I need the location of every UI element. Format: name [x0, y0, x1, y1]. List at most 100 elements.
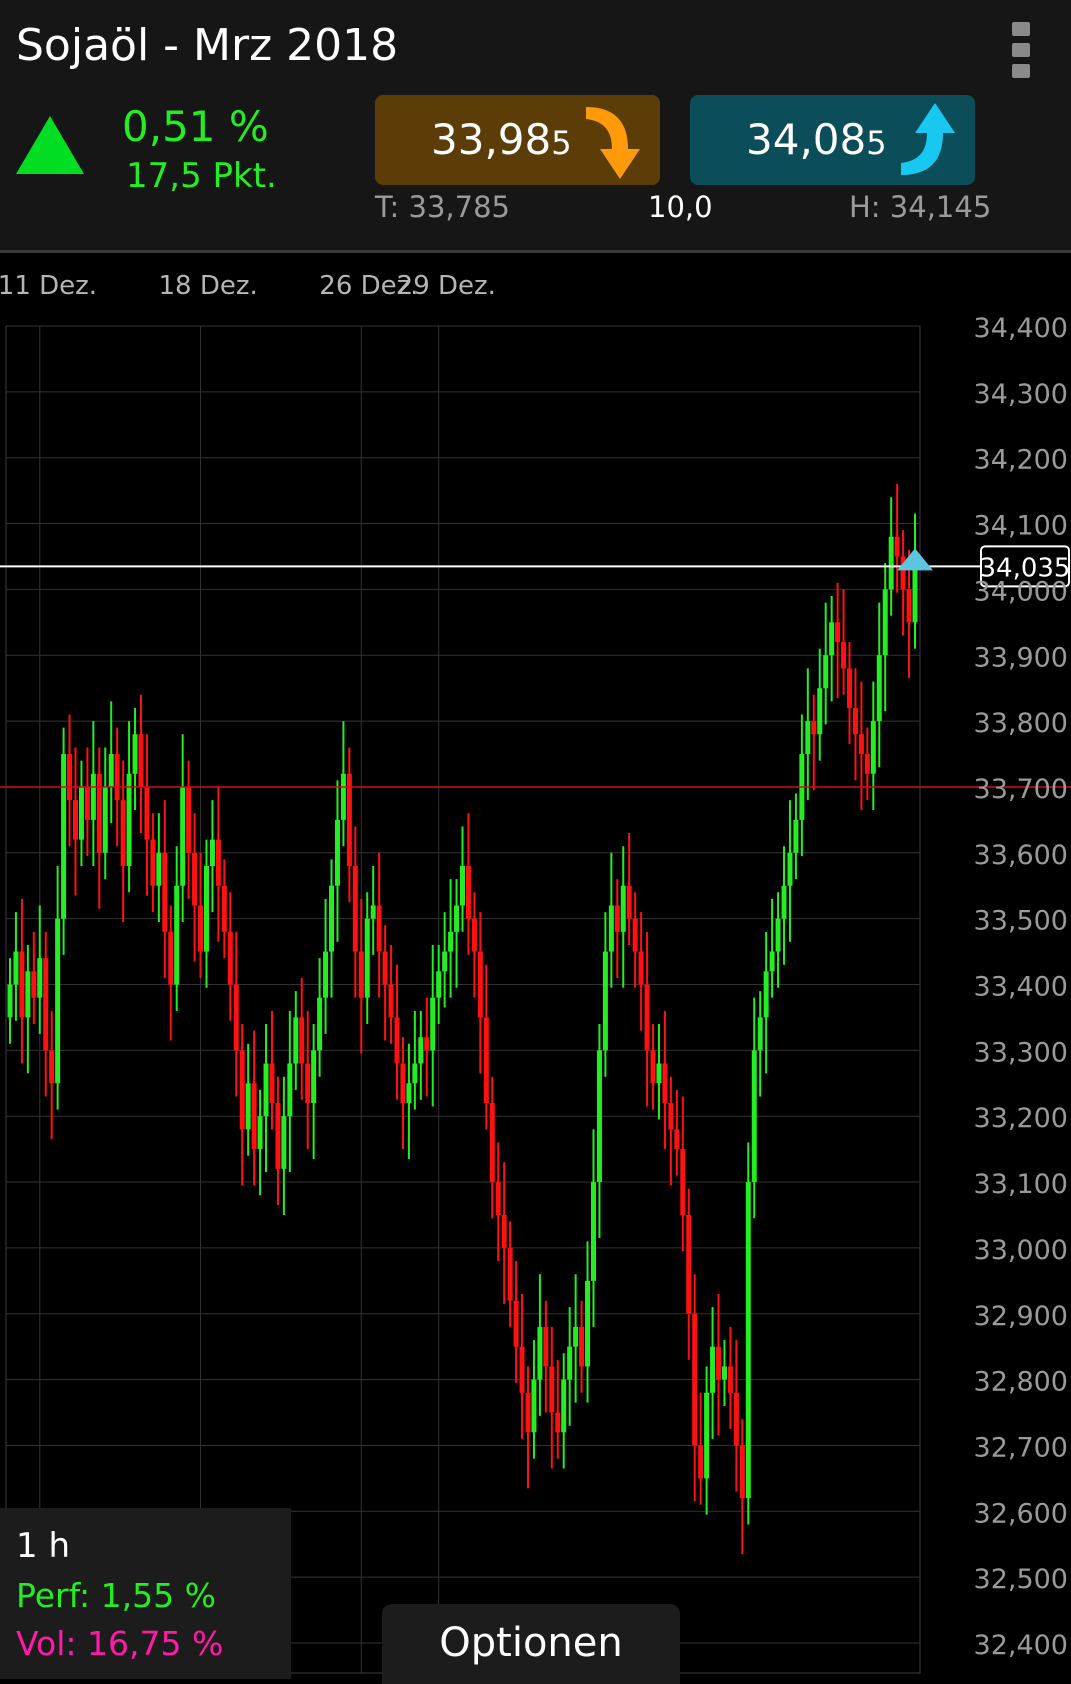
candle-body [460, 865, 465, 906]
candle-body [162, 852, 168, 932]
candle-body [49, 1050, 55, 1084]
candle-body [376, 905, 382, 952]
candle-body [436, 971, 442, 998]
y-tick-label: 32,800 [974, 1367, 1068, 1398]
candle-body [132, 734, 138, 774]
candle-body [686, 1214, 692, 1314]
candle-body [835, 622, 841, 643]
candle-body [340, 773, 346, 820]
y-tick-label: 34,100 [974, 511, 1068, 542]
y-tick-label: 33,200 [974, 1103, 1068, 1134]
bid-button[interactable]: 33,985 [375, 95, 660, 185]
candle-body [721, 1366, 727, 1380]
candle-body [13, 951, 19, 985]
x-tick-label: 11 Dez. [0, 271, 97, 301]
y-tick-label: 34,300 [974, 379, 1068, 410]
candle-body [733, 1392, 739, 1446]
candle-body [864, 754, 870, 774]
candle-body [287, 1063, 293, 1117]
candle-body [227, 931, 233, 985]
candle-body [585, 1280, 591, 1367]
candle-body [590, 1182, 596, 1281]
y-tick-label: 33,100 [974, 1169, 1068, 1200]
x-axis: 11 Dez. 18 Dez. 26 Dez.29 Dez. [0, 271, 496, 301]
candle-body [608, 905, 614, 952]
candle-body [269, 1063, 275, 1104]
candle-body [424, 1037, 430, 1051]
candle-body [906, 589, 912, 623]
candle-body [769, 951, 775, 972]
candle-body [352, 865, 358, 952]
change-points: 17,5 Pkt. [126, 156, 277, 196]
candle-body [31, 971, 37, 998]
y-axis: 34,400 34,300 34,200 34,100 34,000 33,900 33,8… [974, 313, 1068, 1661]
price-chart[interactable]: 34,035 11 Dez. 18 Dez. 26 Dez.29 Dez. 34,4… [0, 253, 1071, 1679]
y-tick-label: 33,800 [974, 708, 1068, 739]
candle-body [400, 1063, 406, 1104]
candle-body [334, 819, 340, 886]
candle-body [311, 1050, 317, 1104]
candle-body [852, 707, 858, 735]
ask-button[interactable]: 34,085 [690, 95, 975, 185]
candle-body [477, 951, 483, 1018]
candle-body [7, 984, 13, 1018]
candle-body [847, 668, 853, 708]
candle-body [138, 734, 144, 787]
candle-body [519, 1346, 525, 1393]
candle-body [215, 839, 221, 886]
candle-body [67, 754, 73, 801]
candle-body [25, 971, 31, 1018]
candle-body [43, 958, 49, 1051]
candle-body [751, 1050, 757, 1183]
candle-body [150, 839, 156, 886]
candle-body [638, 951, 644, 985]
volatility-label: Vol: 16,75 % [16, 1624, 224, 1663]
candle-body [817, 688, 823, 735]
candle-body [174, 885, 180, 985]
candle-body [692, 1313, 698, 1446]
candle-body [388, 984, 394, 1018]
candle-body [221, 885, 227, 932]
candle-body [108, 754, 114, 787]
y-tick-label: 32,500 [974, 1564, 1068, 1595]
interval-label[interactable]: 1 h [16, 1526, 70, 1566]
arrow-up-icon [901, 103, 955, 175]
candle-body [364, 918, 370, 998]
candle-body [870, 721, 876, 774]
candle-body [370, 905, 376, 919]
candle-body [168, 931, 174, 985]
options-button[interactable]: Optionen [382, 1604, 680, 1684]
candle-body [406, 1083, 412, 1104]
overflow-menu-icon[interactable] [1012, 22, 1034, 86]
arrow-down-icon [586, 107, 640, 179]
candle-body [716, 1346, 722, 1380]
candle-body [674, 1129, 680, 1150]
candle-body [61, 754, 67, 919]
candle-body [561, 1379, 567, 1433]
y-tick-label: 32,600 [974, 1498, 1068, 1529]
candle-body [186, 786, 192, 853]
candle-body [745, 1182, 751, 1499]
y-tick-label: 34,200 [974, 445, 1068, 476]
candle-body [710, 1346, 716, 1393]
candle-body [650, 1050, 656, 1084]
candle-body [531, 1379, 537, 1433]
x-tick-label: 18 Dez. [159, 271, 258, 301]
candle-body [329, 885, 335, 952]
spread: 10,0 [648, 190, 713, 224]
candle-body [781, 885, 787, 919]
y-tick-label: 32,400 [974, 1630, 1068, 1661]
candle-body [632, 918, 638, 952]
candle-body [275, 1103, 281, 1169]
candle-body [537, 1326, 543, 1380]
candle-body [55, 918, 61, 1084]
candle-body [382, 951, 388, 985]
day-high: H: 34,145 [849, 190, 992, 224]
candle-body [620, 885, 626, 932]
candle-body [293, 1017, 299, 1064]
candle-body [144, 786, 150, 840]
candle-body [418, 1037, 424, 1064]
candle-body [739, 1445, 745, 1499]
candle-body [549, 1366, 555, 1413]
candle-body [596, 1050, 602, 1183]
